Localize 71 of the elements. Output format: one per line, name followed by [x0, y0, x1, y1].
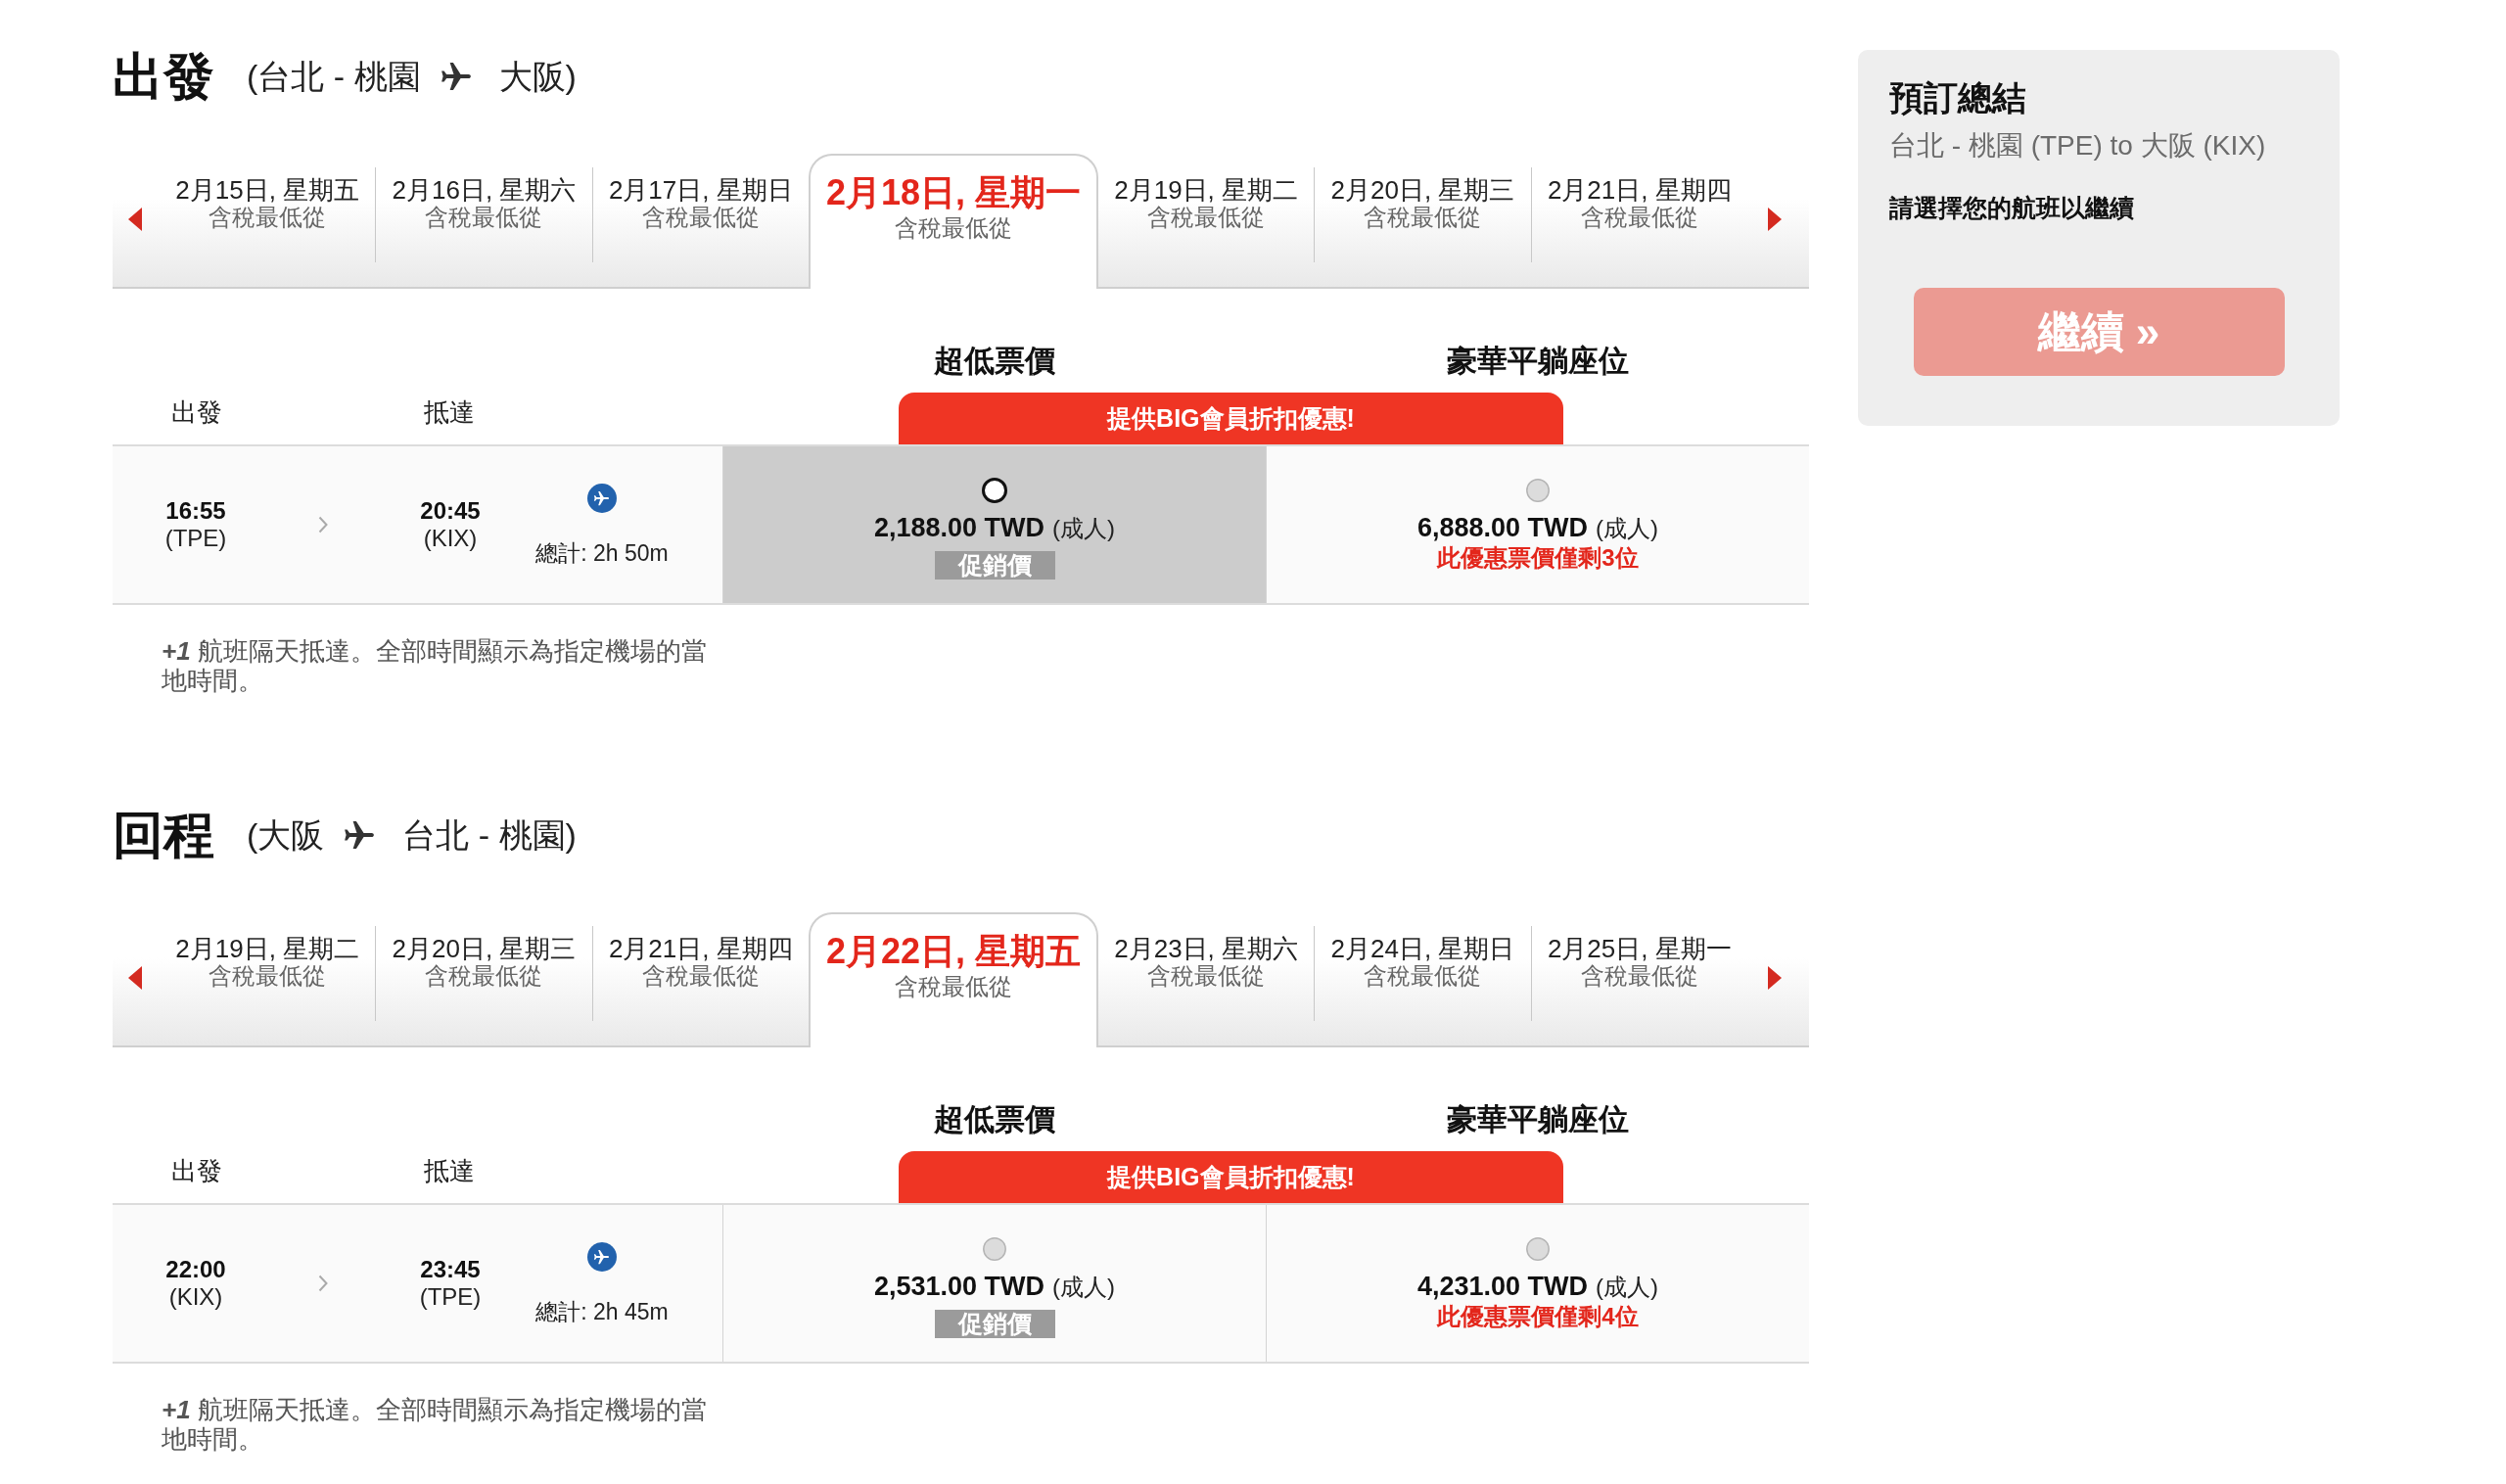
right-triangle-icon[interactable] — [1767, 208, 1782, 231]
chevron-right-icon — [318, 516, 328, 533]
departure-time: 22:00 — [165, 1256, 226, 1283]
date-tab[interactable]: 2月20日, 星期三 含稅最低從 — [375, 926, 592, 1021]
flight-duration: 總計: 2h 45m — [535, 1297, 669, 1325]
fare-type-heading: 豪華平躺座位 — [1446, 1101, 1629, 1138]
route-origin: (大阪 — [247, 815, 325, 856]
column-heading: 出發 — [171, 398, 222, 426]
left-triangle-icon[interactable] — [128, 966, 142, 990]
date-tab[interactable]: 2月24日, 星期日 含稅最低從 — [1314, 926, 1531, 1021]
departure-airport: (KIX) — [168, 1283, 223, 1311]
section-title: 出發 — [113, 47, 214, 107]
airplane-icon — [441, 63, 471, 90]
date-tab[interactable]: 2月19日, 星期二 含稅最低從 — [1098, 167, 1315, 262]
seats-left-note: 此優惠票價僅剩4位 — [1437, 1303, 1639, 1330]
fare-price: 2,188.00 TWD — [873, 512, 1045, 543]
fare-price: 4,231.00 TWD — [1416, 1271, 1589, 1302]
date-tab[interactable]: 2月25日, 星期一 含稅最低從 — [1530, 926, 1747, 1021]
summary-prompt: 請選擇您的航班以繼續 — [1889, 193, 2134, 223]
flight-duration: 總計: 2h 50m — [535, 538, 669, 567]
arrival-airport: (TPE) — [419, 1283, 482, 1311]
fare-type-heading: 豪華平躺座位 — [1446, 343, 1629, 380]
footnote: +1 航班隔天抵達。全部時間顯示為指定機場的當地時間。 — [162, 636, 708, 695]
fare-price: 2,531.00 TWD — [873, 1271, 1045, 1302]
seats-left-note: 此優惠票價僅剩3位 — [1437, 544, 1639, 572]
passenger-type: (成人) — [1596, 1273, 1659, 1302]
date-tab[interactable]: 2月20日, 星期三 含稅最低從 — [1314, 167, 1531, 262]
date-tab[interactable]: 2月21日, 星期四 含稅最低從 — [591, 926, 809, 1021]
arrival-time: 23:45 — [420, 1256, 481, 1283]
route-origin: (台北 - 桃園 — [247, 57, 421, 97]
left-triangle-icon[interactable] — [128, 208, 142, 231]
radio-button[interactable] — [1525, 1236, 1551, 1262]
fare-type-heading: 超低票價 — [933, 343, 1055, 380]
column-heading: 抵達 — [424, 1157, 475, 1184]
radio-button[interactable] — [1525, 478, 1551, 503]
date-tab[interactable]: 2月23日, 星期六 含稅最低從 — [1098, 926, 1315, 1021]
date-tab[interactable]: 2月19日, 星期二 含稅最低從 — [160, 926, 376, 1021]
promo-label: 促銷價 — [934, 1310, 1055, 1338]
airplane-circle-icon — [587, 483, 617, 513]
date-tab[interactable]: 2月16日, 星期六 含稅最低從 — [375, 167, 592, 262]
date-tab[interactable]: 2月18日, 星期一 含稅最低從 — [809, 154, 1098, 289]
arrival-airport: (KIX) — [423, 525, 478, 552]
summary-title: 預訂總結 — [1889, 77, 2026, 118]
passenger-type: (成人) — [1052, 1273, 1116, 1302]
route-destination: 台北 - 桃園) — [402, 815, 577, 856]
summary-route: 台北 - 桃園 (TPE) to 大阪 (KIX) — [1889, 129, 2266, 162]
date-tab[interactable]: 2月17日, 星期日 含稅最低從 — [591, 167, 809, 262]
radio-button[interactable] — [982, 1236, 1007, 1262]
chevron-right-icon — [318, 1275, 328, 1292]
airplane-circle-icon — [587, 1241, 617, 1272]
date-tab[interactable]: 2月22日, 星期五 含稅最低從 — [809, 912, 1098, 1047]
promo-banner: 提供BIG會員折扣優惠! — [899, 393, 1563, 444]
section-title: 回程 — [113, 806, 214, 865]
footnote: +1 航班隔天抵達。全部時間顯示為指定機場的當地時間。 — [162, 1395, 708, 1454]
passenger-type: (成人) — [1052, 514, 1116, 543]
column-heading: 抵達 — [424, 398, 475, 426]
right-triangle-icon[interactable] — [1767, 966, 1782, 990]
arrival-time: 20:45 — [420, 497, 481, 525]
column-heading: 出發 — [171, 1157, 222, 1184]
route-destination: 大阪) — [498, 57, 577, 97]
fare-price: 6,888.00 TWD — [1416, 512, 1589, 543]
airplane-icon — [345, 821, 375, 849]
promo-label: 促銷價 — [934, 551, 1055, 580]
passenger-type: (成人) — [1596, 514, 1659, 543]
radio-button[interactable] — [982, 478, 1007, 503]
promo-banner: 提供BIG會員折扣優惠! — [899, 1151, 1563, 1203]
fare-type-heading: 超低票價 — [933, 1101, 1055, 1138]
departure-time: 16:55 — [165, 497, 226, 525]
date-tab[interactable]: 2月21日, 星期四 含稅最低從 — [1530, 167, 1747, 262]
departure-airport: (TPE) — [164, 525, 227, 552]
date-tab[interactable]: 2月15日, 星期五 含稅最低從 — [160, 167, 376, 262]
